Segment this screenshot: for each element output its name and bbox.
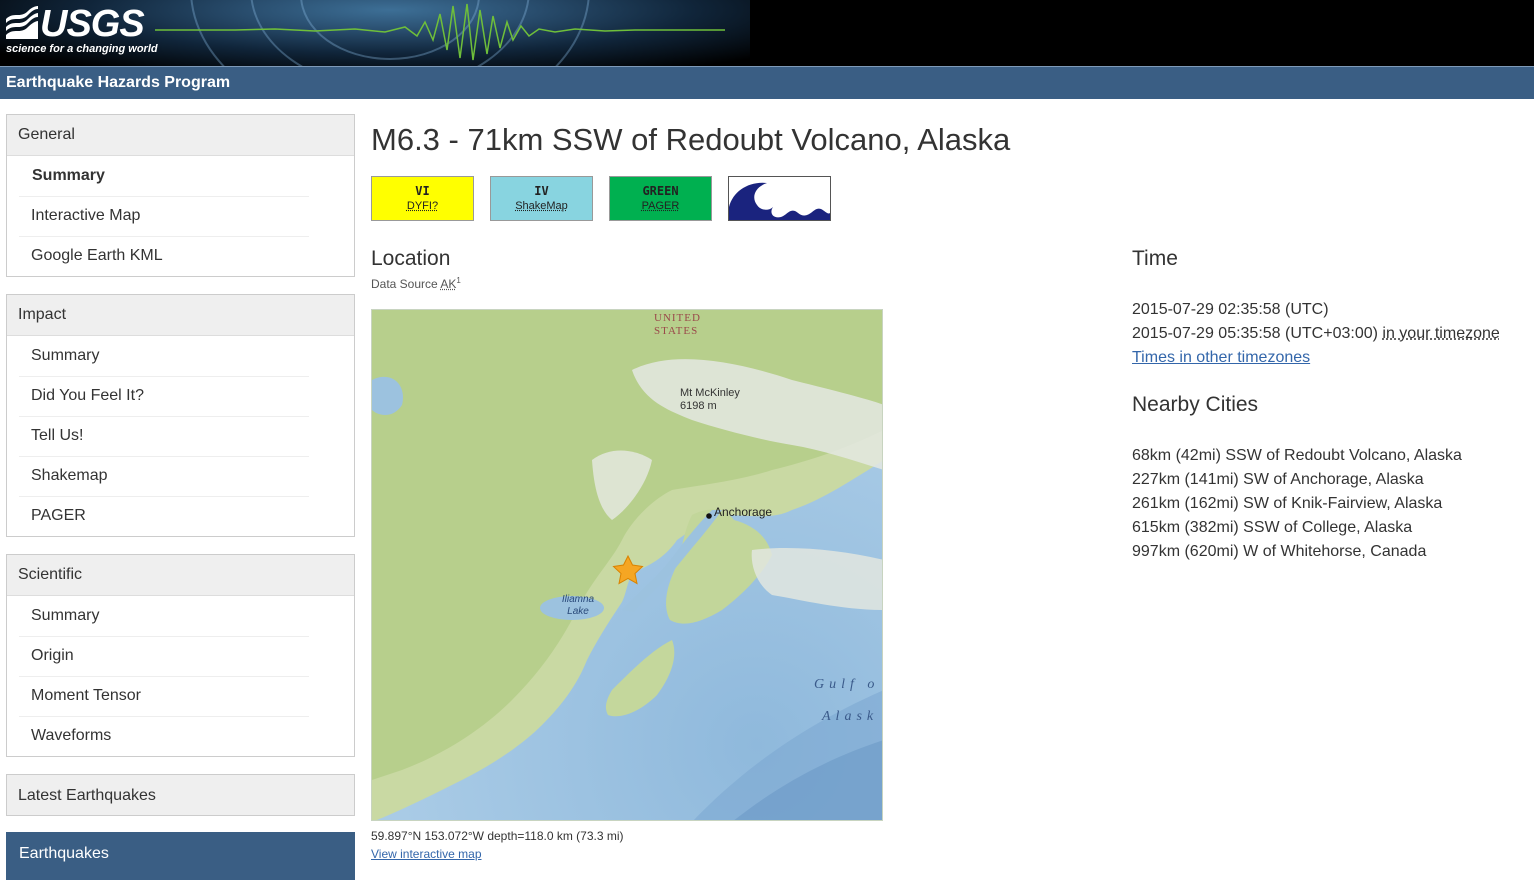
nav-item-interactive-map[interactable]: Interactive Map [7, 196, 354, 236]
nav-heading-general: General [7, 115, 354, 156]
data-source-label: Data Source [371, 277, 438, 291]
map-label-alaska: Alask [822, 709, 879, 724]
logo-tagline: science for a changing world [6, 43, 158, 55]
nav-item-impact-summary[interactable]: Summary [7, 336, 354, 376]
time-local: 2015-07-29 05:35:58 (UTC+03:00) [1132, 325, 1378, 342]
anchorage-marker [706, 513, 712, 519]
shakemap-level: IV [534, 184, 549, 198]
nearby-city: 615km (382mi) SSW of College, Alaska [1132, 519, 1413, 536]
nav-item-scientific-summary[interactable]: Summary [7, 596, 354, 636]
map-label-peak-elev: 6198 m [680, 400, 717, 412]
logo-wordmark: USGS [40, 3, 145, 45]
page-title: M6.3 - 71km SSW of Redoubt Volcano, Alas… [371, 122, 1011, 157]
nav-item-did-you-feel-it[interactable]: Did You Feel It? [7, 376, 354, 416]
nav-item-general-summary[interactable]: Summary [7, 156, 354, 196]
nearby-city: 68km (42mi) SSW of Redoubt Volcano, Alas… [1132, 447, 1462, 464]
pager-badge[interactable]: GREEN PAGER [609, 176, 712, 221]
nearby-city: 997km (620mi) W of Whitehorse, Canada [1132, 543, 1427, 560]
map-label-lake: Iliamna Lake [561, 594, 595, 617]
program-bar: Earthquake Hazards Program [0, 66, 1534, 99]
time-utc: 2015-07-29 02:35:58 (UTC) [1132, 301, 1329, 318]
nav-heading-scientific: Scientific [7, 555, 354, 596]
data-source-footnote: 1 [456, 276, 461, 285]
tsunami-badge[interactable] [728, 176, 831, 221]
nearby-cities-list: 68km (42mi) SSW of Redoubt Volcano, Alas… [1132, 444, 1462, 564]
dyfi-badge[interactable]: VI DYFI? [371, 176, 474, 221]
location-heading: Location [371, 247, 451, 270]
time-local-row: 2015-07-29 05:35:58 (UTC+03:00) in your … [1132, 322, 1500, 346]
nearby-city: 227km (141mi) SW of Anchorage, Alaska [1132, 471, 1424, 488]
nearby-cities-heading: Nearby Cities [1132, 393, 1259, 416]
nav-item-moment-tensor[interactable]: Moment Tensor [7, 676, 354, 716]
nav-heading-impact: Impact [7, 295, 354, 336]
sidebar-nav: General Summary Interactive Map Google E… [6, 114, 355, 880]
pager-level: GREEN [642, 184, 679, 198]
program-title[interactable]: Earthquake Hazards Program [6, 74, 230, 92]
data-source: Data Source AK1 [371, 276, 461, 291]
nav-item-waveforms[interactable]: Waveforms [7, 716, 354, 756]
time-block: 2015-07-29 02:35:58 (UTC) 2015-07-29 05:… [1132, 298, 1500, 370]
nearby-city: 261km (162mi) SW of Knik-Fairview, Alask… [1132, 495, 1443, 512]
other-timezones-link[interactable]: Times in other timezones [1132, 346, 1500, 370]
nav-section-scientific: Scientific Summary Origin Moment Tensor … [6, 554, 355, 757]
nav-latest-earthquakes[interactable]: Latest Earthquakes [6, 774, 355, 816]
time-local-suffix[interactable]: in your timezone [1382, 325, 1499, 342]
seismogram-graphic [155, 3, 725, 61]
nav-section-general: General Summary Interactive Map Google E… [6, 114, 355, 277]
location-map[interactable]: UNITED STATES Mt McKinley 6198 m Anchora… [371, 309, 883, 821]
nav-item-tell-us[interactable]: Tell Us! [7, 416, 354, 456]
nav-section-impact: Impact Summary Did You Feel It? Tell Us!… [6, 294, 355, 537]
nav-item-pager[interactable]: PAGER [7, 496, 354, 536]
map-label-anchorage: Anchorage [714, 505, 773, 519]
map-label-peak: Mt McKinley [680, 387, 740, 399]
dyfi-label: DYFI? [406, 200, 439, 212]
usgs-wave-icon [6, 6, 38, 39]
map-label-gulf: Gulf o [814, 677, 880, 692]
map-image [372, 310, 882, 820]
nav-item-google-earth-kml[interactable]: Google Earth KML [7, 236, 354, 276]
view-interactive-map-link[interactable]: View interactive map [371, 847, 482, 861]
nav-earthquakes[interactable]: Earthquakes [6, 832, 355, 880]
shakemap-label: ShakeMap [515, 200, 568, 212]
nav-item-origin[interactable]: Origin [7, 636, 354, 676]
usgs-logo[interactable]: USGS science for a changing world [4, 3, 158, 61]
data-source-network[interactable]: AK [440, 277, 456, 291]
pager-label: PAGER [641, 200, 680, 212]
dyfi-level: VI [415, 184, 430, 198]
tsunami-icon [729, 177, 830, 220]
time-heading: Time [1132, 247, 1178, 270]
nav-item-shakemap[interactable]: Shakemap [7, 456, 354, 496]
site-header: USGS science for a changing world [0, 0, 1534, 66]
map-label-country: UNITED STATES [654, 312, 701, 337]
epicenter-coordinates: 59.897°N 153.072°W depth=118.0 km (73.3 … [371, 829, 624, 843]
shakemap-badge[interactable]: IV ShakeMap [490, 176, 593, 221]
